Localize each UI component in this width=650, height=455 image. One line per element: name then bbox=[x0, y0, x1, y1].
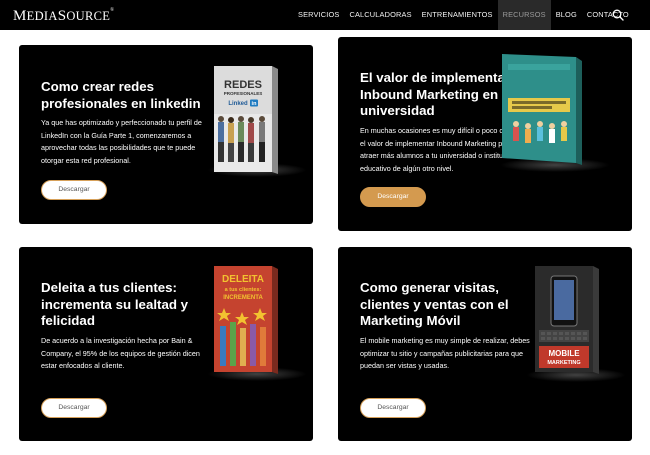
download-button[interactable]: Descargar bbox=[360, 187, 426, 207]
mobile-marketing-ebook-cover: MOBILE MARKETING bbox=[535, 266, 599, 374]
download-button[interactable]: Descargar bbox=[360, 398, 426, 418]
nav-item-contacto[interactable]: CONTACTO bbox=[582, 0, 634, 30]
nav-item-servicios[interactable]: SERVICIOS bbox=[293, 0, 344, 30]
inbound-universidad-ebook-cover bbox=[502, 54, 582, 165]
main-menu: SERVICIOS CALCULADORAS ENTRENAMIENTOS RE… bbox=[293, 0, 634, 30]
deleita-clientes-ebook-cover: DELEITA a tus clientes: INCREMENTA bbox=[214, 266, 278, 374]
resource-card-deleita-clientes: Deleita a tus clientes: incrementa su le… bbox=[19, 247, 313, 441]
card-description: El mobile marketing es muy simple de rea… bbox=[360, 336, 530, 370]
book-text-redes: REDES bbox=[224, 79, 262, 91]
card-description: Ya que has optimizado y perfeccionado tu… bbox=[41, 118, 202, 165]
download-button[interactable]: Descargar bbox=[41, 180, 107, 200]
nav-item-recursos[interactable]: RECURSOS bbox=[497, 0, 551, 30]
nav-item-blog[interactable]: BLOG bbox=[551, 0, 582, 30]
download-button[interactable]: Descargar bbox=[41, 398, 107, 418]
book-text-deleita: DELEITA bbox=[222, 274, 264, 285]
book-text-incrementa: INCREMENTA bbox=[223, 295, 263, 301]
book-text-a-tus-clientes: a tus clientes: bbox=[225, 287, 262, 293]
book-text-profesionales: PROFESIONALES bbox=[224, 91, 263, 96]
card-description: De acuerdo a la investigación hecha por … bbox=[41, 336, 200, 370]
book-text-mobile: MOBILE bbox=[548, 349, 580, 358]
resource-card-linkedin: Como crear redes profesionales en linked… bbox=[19, 45, 313, 224]
card-title: Como crear redes profesionales en linked… bbox=[41, 79, 201, 111]
resource-card-marketing-movil: Como generar visitas, clientes y ventas … bbox=[338, 247, 632, 441]
nav-item-calculadoras[interactable]: CALCULADORAS bbox=[344, 0, 416, 30]
card-title: Deleita a tus clientes: incrementa su le… bbox=[41, 280, 189, 328]
mediasource-logo[interactable]: MEDIASOURCE® bbox=[13, 8, 114, 25]
top-navigation-bar: MEDIASOURCE® SERVICIOS CALCULADORAS ENTR… bbox=[0, 0, 650, 30]
book-text-in: in bbox=[252, 101, 258, 107]
card-title: Como generar visitas, clientes y ventas … bbox=[360, 280, 509, 328]
resource-card-inbound-universidad: El valor de implementar Inbound Marketin… bbox=[338, 37, 632, 231]
book-text-marketing: MARKETING bbox=[547, 360, 580, 366]
search-icon[interactable] bbox=[612, 9, 624, 21]
nav-item-entrenamientos[interactable]: ENTRENAMIENTOS bbox=[417, 0, 498, 30]
linkedin-ebook-cover: REDES PROFESIONALES Linked in bbox=[214, 66, 278, 174]
book-text-linked: Linked bbox=[228, 101, 248, 107]
keyboard-illustration bbox=[539, 330, 589, 342]
